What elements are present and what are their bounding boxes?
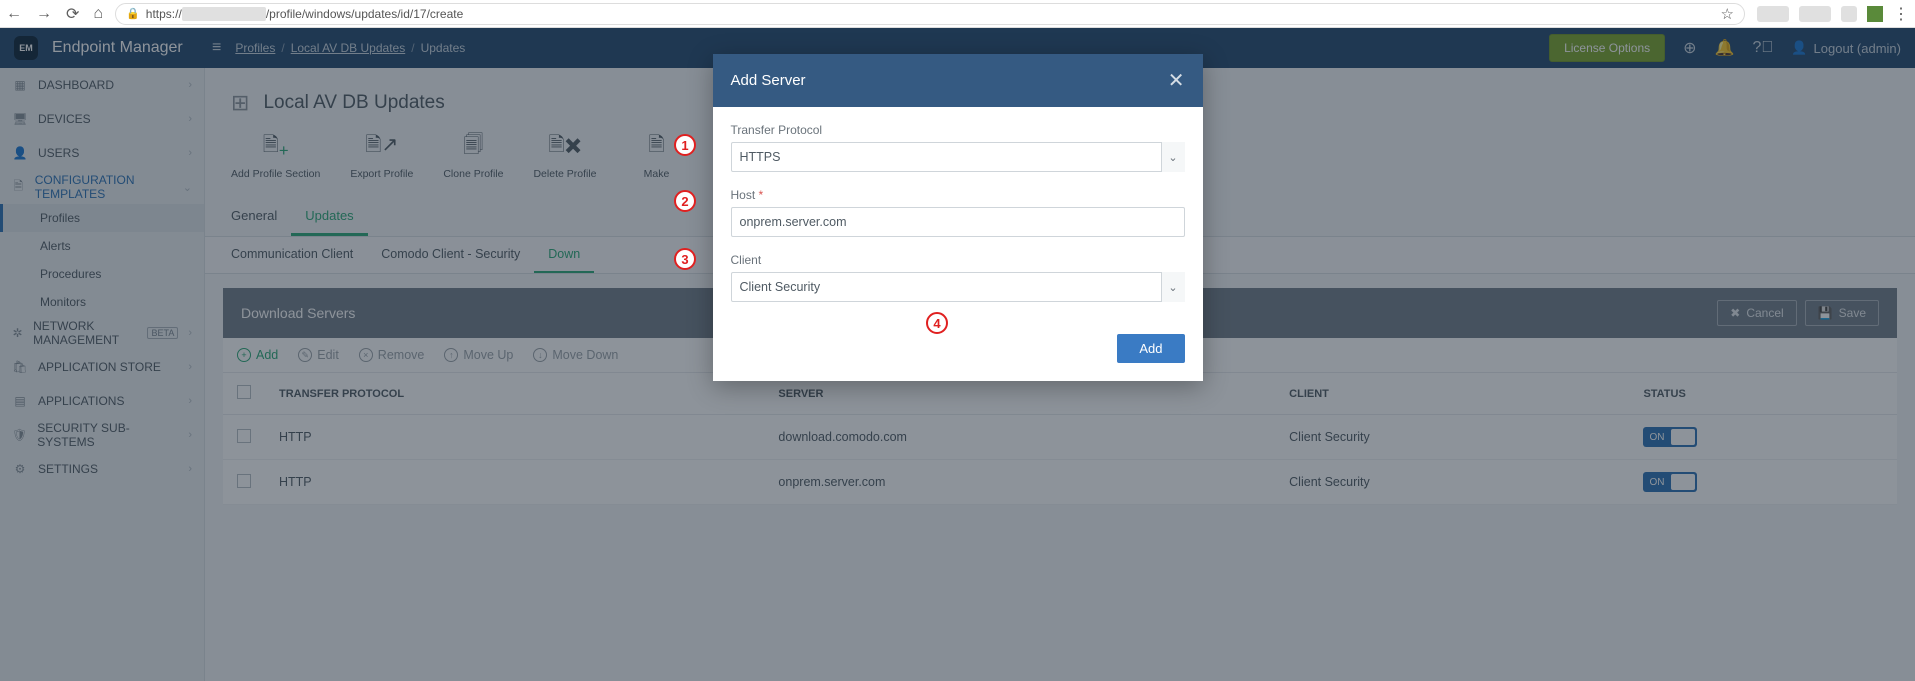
modal-footer: Add [713, 324, 1203, 381]
transfer-protocol-select[interactable]: HTTPS [731, 142, 1185, 172]
reload-icon[interactable]: ⟳ [66, 4, 79, 24]
back-icon[interactable]: ← [6, 5, 22, 23]
select-value: HTTPS [740, 150, 781, 164]
host-label: Host * [731, 188, 1185, 202]
add-button[interactable]: Add [1117, 334, 1184, 363]
browser-extensions: ⋮ [1757, 4, 1909, 24]
transfer-protocol-label: Transfer Protocol [731, 123, 1185, 137]
url-hidden: xxxxxxxxxxxxxx [182, 7, 266, 21]
select-value: Client Security [740, 280, 821, 294]
client-select[interactable]: Client Security [731, 272, 1185, 302]
url-prefix: https:// [146, 7, 182, 21]
modal-body: Transfer Protocol HTTPS ⌄ Host * Client … [713, 107, 1203, 324]
host-field: Host * [731, 188, 1185, 237]
extension-icon[interactable] [1841, 6, 1857, 22]
modal-header: Add Server ✕ [713, 54, 1203, 107]
transfer-protocol-field: Transfer Protocol HTTPS ⌄ [731, 123, 1185, 172]
callout-1: 1 [674, 134, 696, 156]
bookmark-star-icon[interactable]: ☆ [1721, 5, 1734, 23]
browser-menu-icon[interactable]: ⋮ [1893, 4, 1909, 24]
lock-icon: 🔒 [126, 7, 140, 20]
extension-icon[interactable] [1867, 6, 1883, 22]
address-bar[interactable]: 🔒 https:// xxxxxxxxxxxxxx /profile/windo… [115, 3, 1745, 25]
url-path: /profile/windows/updates/id/17/create [266, 7, 463, 21]
client-field: Client Client Security ⌄ [731, 253, 1185, 302]
add-server-modal: Add Server ✕ Transfer Protocol HTTPS ⌄ H… [713, 54, 1203, 381]
client-label: Client [731, 253, 1185, 267]
chevron-down-icon[interactable]: ⌄ [1161, 272, 1185, 302]
home-icon[interactable]: ⌂ [93, 5, 103, 23]
modal-title: Add Server [731, 72, 806, 89]
callout-2: 2 [674, 190, 696, 212]
callout-3: 3 [674, 248, 696, 270]
browser-nav: ← → ⟳ ⌂ [6, 4, 103, 24]
extension-pill[interactable] [1757, 6, 1789, 22]
callout-4: 4 [926, 312, 948, 334]
host-input[interactable] [731, 207, 1185, 237]
chevron-down-icon[interactable]: ⌄ [1161, 142, 1185, 172]
extension-pill[interactable] [1799, 6, 1831, 22]
forward-icon[interactable]: → [36, 5, 52, 23]
browser-bar: ← → ⟳ ⌂ 🔒 https:// xxxxxxxxxxxxxx /profi… [0, 0, 1915, 28]
close-icon[interactable]: ✕ [1168, 68, 1185, 93]
